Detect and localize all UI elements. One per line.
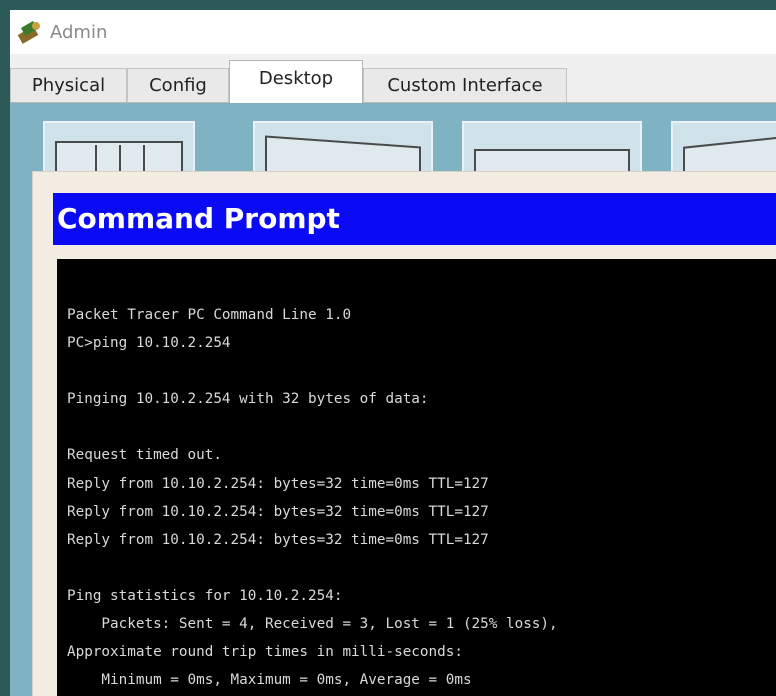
terminal-line: Reply from 10.10.2.254: bytes=32 time=0m… [67, 475, 489, 492]
terminal-line: Packets: Sent = 4, Received = 3, Lost = … [67, 616, 558, 633]
desktop-area: Command Prompt Packet Tracer PC Command … [10, 103, 776, 696]
app-window: Admin Physical Config Desktop Custom Int… [10, 10, 776, 696]
packet-tracer-pc-icon [17, 21, 40, 44]
terminal-line: Reply from 10.10.2.254: bytes=32 time=0m… [67, 503, 489, 520]
terminal-line: Pinging 10.10.2.254 with 32 bytes of dat… [67, 391, 429, 408]
terminal-line: Packet Tracer PC Command Line 1.0 [67, 307, 352, 323]
terminal-line: Request timed out. [67, 447, 222, 464]
tab-desktop[interactable]: Desktop [229, 60, 363, 103]
tab-bar: Physical Config Desktop Custom Interface [10, 54, 776, 103]
terminal-line: Ping statistics for 10.10.2.254: [67, 587, 343, 604]
terminal-line: Approximate round trip times in milli-se… [67, 644, 463, 661]
terminal-line: Reply from 10.10.2.254: bytes=32 time=0m… [67, 531, 489, 548]
tab-custom-interface[interactable]: Custom Interface [363, 68, 567, 102]
title-bar: Admin [10, 10, 776, 54]
tab-config[interactable]: Config [127, 68, 229, 102]
terminal-output[interactable]: Packet Tracer PC Command Line 1.0 PC>pin… [57, 259, 776, 696]
command-prompt-title: Command Prompt [53, 193, 776, 245]
terminal-line: PC>ping 10.10.2.254 [67, 335, 231, 352]
window-title: Admin [50, 21, 108, 43]
terminal-text: Packet Tracer PC Command Line 1.0 PC>pin… [67, 301, 558, 694]
terminal-line: Minimum = 0ms, Maximum = 0ms, Average = … [67, 672, 472, 689]
tab-physical[interactable]: Physical [10, 68, 127, 102]
command-prompt-window: Command Prompt Packet Tracer PC Command … [32, 171, 776, 696]
